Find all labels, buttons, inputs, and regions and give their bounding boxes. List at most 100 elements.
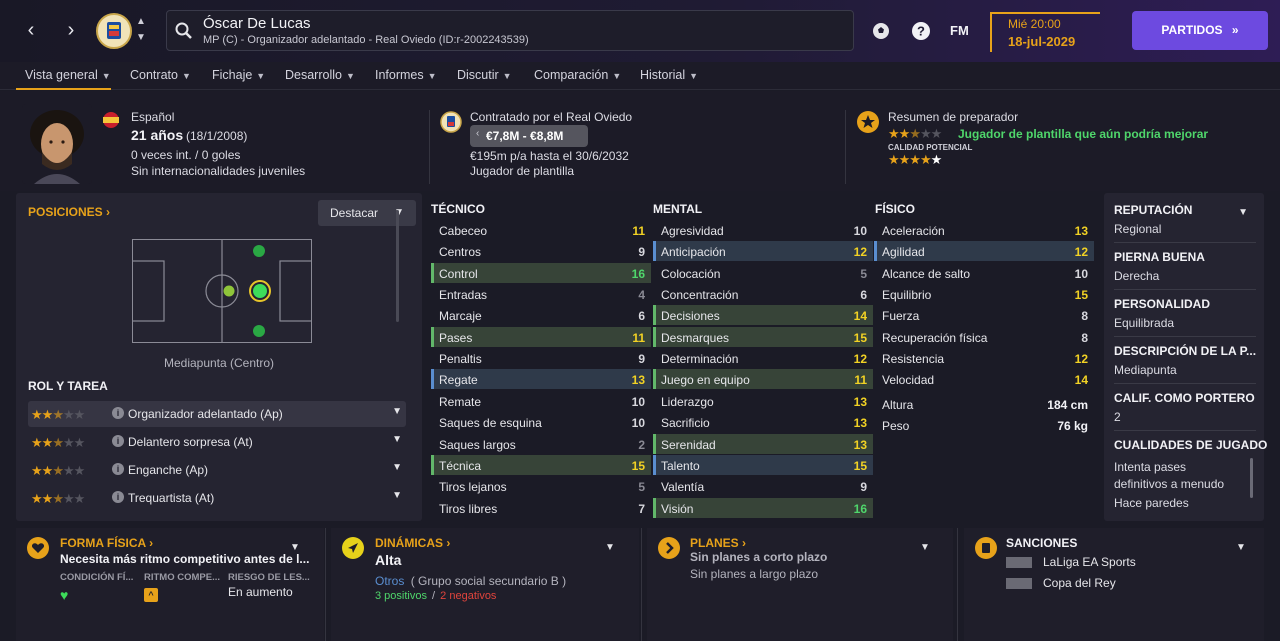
tab-reports[interactable]: Informes ▼ xyxy=(375,68,437,82)
sanctions-title[interactable]: SANCIONES xyxy=(1006,536,1077,550)
attribute-row[interactable]: Visión 16 xyxy=(653,497,873,518)
description-label: DESCRIPCIÓN DE LA P... xyxy=(1114,344,1257,358)
info-icon[interactable]: i xyxy=(112,491,124,503)
attribute-row[interactable]: Tiros libres 7 xyxy=(431,498,651,518)
tab-history[interactable]: Historial ▼ xyxy=(640,68,698,82)
help-icon[interactable]: ? xyxy=(910,20,932,42)
chevron-down-icon[interactable]: ▼ xyxy=(1236,542,1246,553)
attribute-row[interactable]: Serenidad 13 xyxy=(653,433,873,454)
separator: / xyxy=(432,590,436,602)
chevron-down-icon[interactable]: ▼ xyxy=(392,434,402,445)
attribute-row[interactable]: Valentía 9 xyxy=(653,476,873,496)
chevron-down-icon[interactable]: ▼ xyxy=(290,542,300,553)
plans-card: PLANES › Sin planes a corto plazo Sin pl… xyxy=(647,528,953,641)
chevron-down-icon[interactable]: ▼ xyxy=(392,462,402,473)
attribute-row[interactable]: Juego en equipo 11 xyxy=(653,369,873,390)
attribute-row[interactable]: Penaltis 9 xyxy=(431,348,651,368)
attribute-row[interactable]: Aceleración 13 xyxy=(874,220,1094,240)
attribute-row[interactable]: Recuperación física 8 xyxy=(874,327,1094,347)
role-row[interactable]: ★★★★★ i Enganche (Ap) ▼ xyxy=(28,457,406,483)
divider xyxy=(1114,242,1256,243)
back-arrow-icon[interactable]: ‹ xyxy=(16,14,46,46)
tab-transfer[interactable]: Fichaje ▼ xyxy=(212,68,265,82)
dynamics-counts: 3 positivos / 2 negativos xyxy=(375,590,496,602)
attribute-row[interactable]: Anticipación 12 xyxy=(653,241,873,262)
attribute-row[interactable]: Saques largos 2 xyxy=(431,434,651,454)
tab-overview[interactable]: Vista general ▼ xyxy=(25,68,111,82)
chevron-down-icon[interactable]: ▼ xyxy=(1238,207,1248,218)
attribute-row[interactable]: Velocidad 14 xyxy=(874,369,1094,389)
highlight-bar xyxy=(874,241,877,262)
tab-contract[interactable]: Contrato ▼ xyxy=(130,68,191,82)
role-row[interactable]: ★★★★★ i Organizador adelantado (Ap) ▼ xyxy=(28,401,406,427)
attribute-row[interactable]: Pases 11 xyxy=(431,326,651,347)
club-crest-icon[interactable] xyxy=(96,12,132,50)
attribute-row[interactable]: Talento 15 xyxy=(653,454,873,475)
attribute-name: Tiros libres xyxy=(439,501,498,516)
attribute-row[interactable]: Marcaje 6 xyxy=(431,305,651,325)
attribute-row[interactable]: Agresividad 10 xyxy=(653,220,873,240)
attribute-value: 15 xyxy=(1074,288,1088,303)
contracted-by: Contratado por el Real Oviedo xyxy=(470,110,633,124)
fitness-title[interactable]: FORMA FÍSICA › xyxy=(60,536,153,550)
attribute-row[interactable]: Tiros lejanos 5 xyxy=(431,476,651,496)
attribute-row[interactable]: Equilibrio 15 xyxy=(874,284,1094,304)
attribute-row[interactable]: Alcance de salto 10 xyxy=(874,263,1094,283)
chevron-down-icon[interactable]: ▼ xyxy=(392,406,402,417)
value-badge[interactable]: €7,8M - €8,8M xyxy=(470,125,588,147)
attribute-row[interactable]: Decisiones 14 xyxy=(653,305,873,326)
attribute-row[interactable]: Concentración 6 xyxy=(653,284,873,304)
nationality: Español xyxy=(131,110,175,124)
attribute-row[interactable]: Control 16 xyxy=(431,262,651,283)
attribute-row[interactable]: Entradas 4 xyxy=(431,284,651,304)
info-icon[interactable]: i xyxy=(112,407,124,419)
plans-title[interactable]: PLANES › xyxy=(690,536,746,550)
attribute-row[interactable]: Remate 10 xyxy=(431,391,651,411)
weight-label: Peso xyxy=(882,419,910,433)
attribute-row[interactable]: Saques de esquina 10 xyxy=(431,412,651,432)
chevron-up-icon[interactable]: ▲ xyxy=(136,16,146,27)
attribute-row[interactable]: Sacrificio 13 xyxy=(653,412,873,432)
dynamics-card: DINÁMICAS › Alta ▼ Otros ( Grupo social … xyxy=(331,528,639,641)
positions-title[interactable]: POSICIONES › xyxy=(28,205,110,219)
role-row[interactable]: ★★★★★ i Trequartista (At) ▼ xyxy=(28,485,406,511)
player-search-box[interactable]: Óscar De Lucas MP (C) - Organizador adel… xyxy=(166,10,854,51)
dynamics-title-label: DINÁMICAS xyxy=(375,536,443,550)
tab-discuss[interactable]: Discutir ▼ xyxy=(457,68,512,82)
attribute-row[interactable]: Fuerza 8 xyxy=(874,305,1094,325)
tab-label: Historial xyxy=(640,68,686,82)
positions-title-label: POSICIONES xyxy=(28,205,103,219)
traits-scrollbar[interactable] xyxy=(1250,458,1253,498)
attribute-row[interactable]: Cabeceo 11 xyxy=(431,220,651,240)
tab-compare[interactable]: Comparación ▼ xyxy=(534,68,621,82)
dynamics-arrow-icon xyxy=(342,537,364,559)
attribute-row[interactable]: Desmarques 15 xyxy=(653,326,873,347)
info-icon[interactable]: i xyxy=(112,435,124,447)
attribute-row[interactable]: Liderazgo 13 xyxy=(653,391,873,411)
attribute-value: 11 xyxy=(632,330,645,345)
chevron-down-icon[interactable]: ▼ xyxy=(136,32,146,43)
reputation-value: Regional xyxy=(1114,222,1162,236)
attribute-row[interactable]: Agilidad 12 xyxy=(874,241,1094,262)
fm-menu-button[interactable]: FM xyxy=(950,23,969,38)
attribute-row[interactable]: Colocación 5 xyxy=(653,263,873,283)
chevron-down-icon[interactable]: ▼ xyxy=(605,542,615,553)
football-icon[interactable] xyxy=(870,20,892,42)
attribute-row[interactable]: Técnica 15 xyxy=(431,454,651,475)
attribute-row[interactable]: Resistencia 12 xyxy=(874,348,1094,368)
roles-scrollbar[interactable] xyxy=(396,210,399,322)
chevron-down-icon[interactable]: ▼ xyxy=(392,490,402,501)
attribute-row[interactable]: Determinación 12 xyxy=(653,348,873,368)
attribute-row[interactable]: Regate 13 xyxy=(431,369,651,390)
chevron-down-icon[interactable]: ▼ xyxy=(920,542,930,553)
tab-development[interactable]: Desarrollo ▼ xyxy=(285,68,355,82)
attribute-row[interactable]: Centros 9 xyxy=(431,241,651,261)
continue-button[interactable]: PARTIDOS » xyxy=(1132,11,1268,50)
forward-arrow-icon[interactable]: › xyxy=(56,14,86,46)
dynamics-title[interactable]: DINÁMICAS › xyxy=(375,536,450,550)
role-row[interactable]: ★★★★★ i Delantero sorpresa (At) ▼ xyxy=(28,429,406,455)
social-group-name[interactable]: Otros xyxy=(375,574,404,588)
highlight-dropdown[interactable]: Destacar ▼ xyxy=(318,200,416,226)
info-icon[interactable]: i xyxy=(112,463,124,475)
card-icon xyxy=(975,537,997,559)
